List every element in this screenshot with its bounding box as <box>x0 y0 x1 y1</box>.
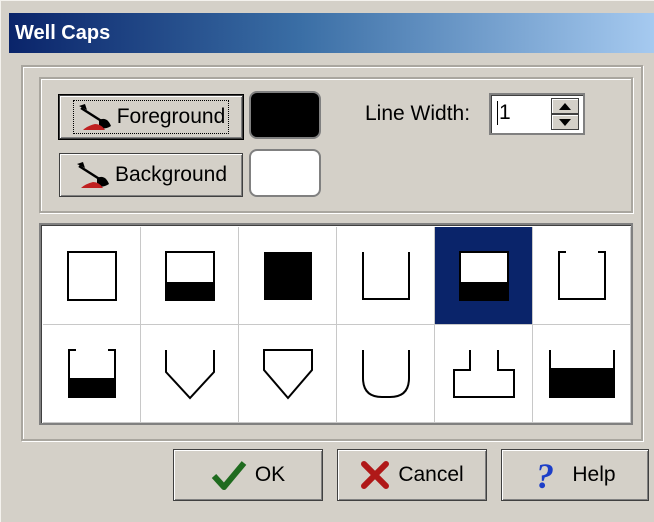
wide-bottom-fill-icon <box>548 349 615 398</box>
v-funnel-icon <box>164 349 215 399</box>
question-mark-icon: ? <box>536 458 554 492</box>
flanged-cap-icon <box>452 349 515 398</box>
cap-open-box[interactable] <box>43 227 141 325</box>
cancel-button[interactable]: Cancel <box>337 449 487 501</box>
line-width-value[interactable]: 1 <box>497 101 511 125</box>
cap-box-bottom-fill-selected[interactable] <box>435 227 533 325</box>
bracket-bottom-fill-icon <box>67 348 116 398</box>
line-width-spinner[interactable]: 1 <box>489 93 585 135</box>
line-width-label: Line Width: <box>365 102 471 125</box>
cap-bracket-cup[interactable] <box>533 227 631 325</box>
filled-box-icon <box>263 251 312 300</box>
svg-text:?: ? <box>536 458 554 492</box>
foreground-color-swatch[interactable] <box>249 91 321 139</box>
x-mark-icon <box>361 461 390 489</box>
triangle-funnel-icon <box>262 348 313 400</box>
cap-bracket-bottom-fill[interactable] <box>43 325 141 423</box>
background-button[interactable]: Background <box>59 153 243 197</box>
cap-u-cup[interactable] <box>337 227 435 325</box>
spinner-arrows <box>551 98 579 130</box>
cap-symbol-grid <box>39 223 633 425</box>
cap-flanged[interactable] <box>435 325 533 423</box>
background-color-swatch[interactable] <box>249 149 321 197</box>
cap-rounded-u[interactable] <box>337 325 435 423</box>
u-cup-icon <box>361 251 410 300</box>
title-bar: Well Caps <box>9 13 654 53</box>
help-button[interactable]: ? Help <box>501 449 649 501</box>
bracket-cup-icon <box>557 250 606 300</box>
help-button-label: Help <box>572 463 616 486</box>
cap-wide-bottom-fill[interactable] <box>533 325 631 423</box>
spinner-down-button[interactable] <box>551 114 579 130</box>
checkmark-icon <box>211 461 247 490</box>
open-box-icon <box>66 250 117 301</box>
ok-button[interactable]: OK <box>173 449 323 501</box>
window-title: Well Caps <box>15 22 111 44</box>
cap-v-funnel[interactable] <box>141 325 239 423</box>
focus-ring: Foreground <box>72 100 230 134</box>
arrow-up-icon <box>559 102 571 110</box>
cap-triangle-funnel[interactable] <box>239 325 337 423</box>
cap-filled-box[interactable] <box>239 227 337 325</box>
box-bottom-fill-icon <box>164 250 215 301</box>
foreground-button-label: Foreground <box>116 105 226 128</box>
ok-button-label: OK <box>254 463 286 486</box>
foreground-button[interactable]: Foreground <box>59 95 243 139</box>
background-button-label: Background <box>114 163 228 186</box>
box-bottom-fill-icon <box>458 250 509 301</box>
rounded-u-icon <box>361 349 410 398</box>
spinner-up-button[interactable] <box>551 98 579 114</box>
cancel-button-label: Cancel <box>398 463 464 486</box>
arrow-down-icon <box>559 118 571 126</box>
well-caps-dialog: Well Caps Foreground Background Line Wid… <box>0 0 654 522</box>
cap-box-bottom-fill[interactable] <box>141 227 239 325</box>
brush-icon <box>76 162 109 188</box>
brush-icon <box>78 104 111 130</box>
